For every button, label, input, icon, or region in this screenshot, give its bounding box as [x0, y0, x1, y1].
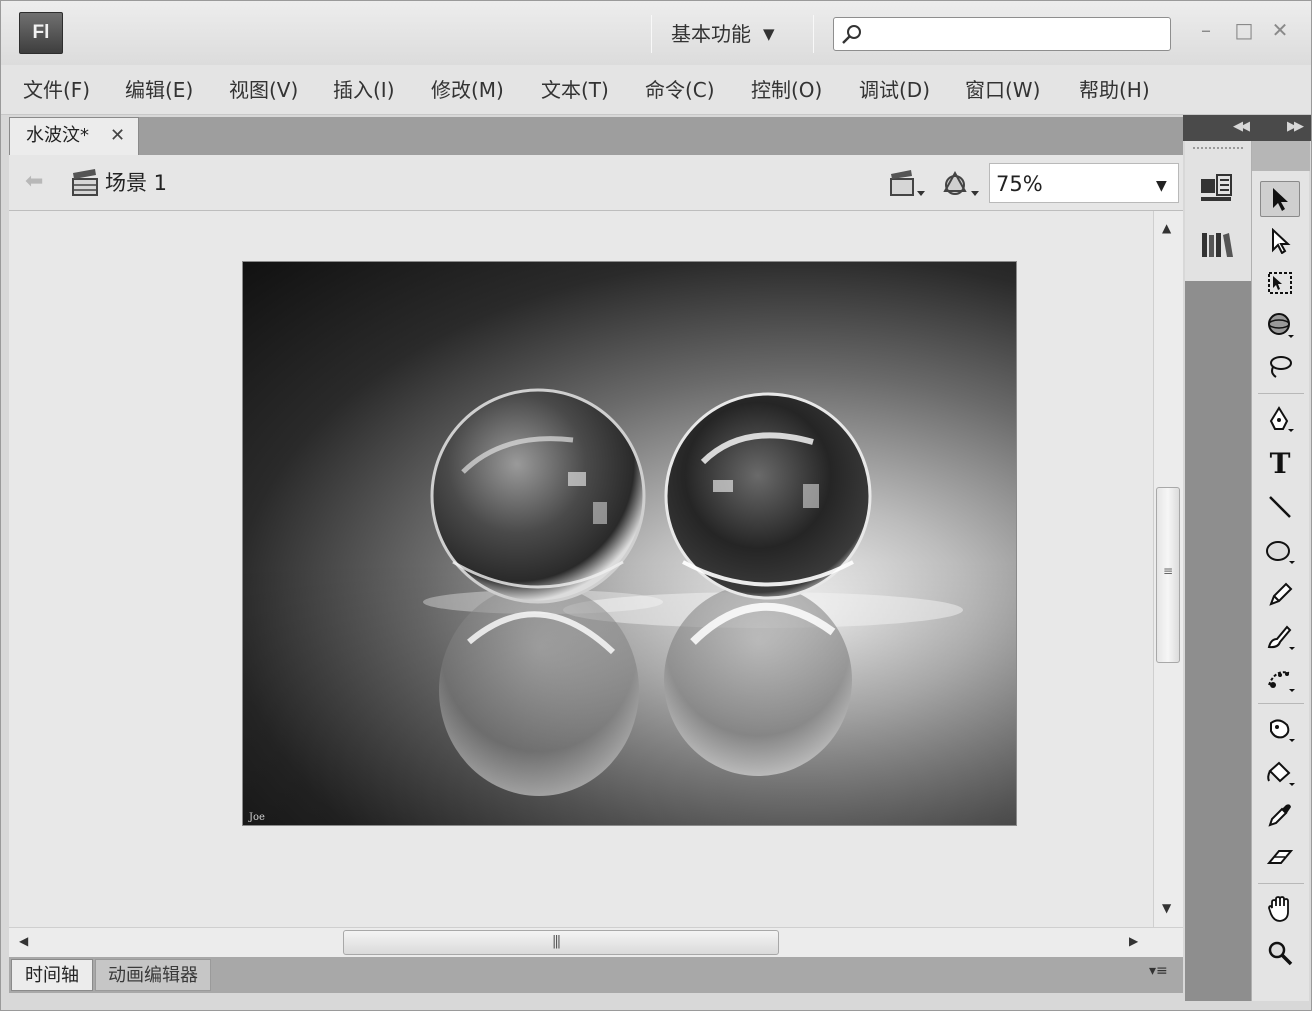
maximize-button[interactable]: □	[1231, 17, 1257, 43]
workspace-label: 基本功能	[671, 22, 751, 46]
text-tool-glyph: T	[1269, 446, 1291, 480]
glass-spheres-image	[243, 388, 1016, 825]
chevron-down-icon: ▼	[763, 25, 775, 43]
search-icon	[842, 25, 861, 44]
collapsed-panels	[1185, 141, 1251, 281]
collapse-left-icon[interactable]: ◀◀	[1233, 119, 1250, 134]
horizontal-scrollbar[interactable]: ◀ ||| ▶	[9, 927, 1183, 957]
panel-grip[interactable]	[1193, 147, 1243, 150]
paint-bucket-tool-icon[interactable]	[1260, 755, 1300, 791]
bone-tool-icon[interactable]	[1260, 711, 1300, 747]
chevron-down-icon: ▼	[1156, 178, 1167, 194]
tool-separator	[1258, 883, 1304, 884]
flash-logo: Fl	[19, 12, 63, 54]
scene-label: 场景 1	[105, 171, 168, 195]
right-panel-header: ◀◀ ▶▶	[1183, 115, 1311, 141]
title-bar: Fl 基本功能 ▼ – □ ✕	[1, 1, 1311, 65]
zoom-select[interactable]: 75% ▼	[989, 163, 1179, 203]
expand-right-icon[interactable]: ▶▶	[1287, 119, 1304, 134]
menu-modify[interactable]: 修改(M)	[431, 77, 504, 103]
menu-debug[interactable]: 调试(D)	[859, 77, 930, 103]
menu-bar: 文件(F) 编辑(E) 视图(V) 插入(I) 修改(M) 文本(T) 命令(C…	[1, 65, 1311, 115]
menu-commands[interactable]: 命令(C)	[645, 77, 715, 103]
vertical-scroll-thumb[interactable]: ≡	[1156, 487, 1180, 663]
text-tool-icon[interactable]: T	[1260, 445, 1300, 481]
pencil-tool-icon[interactable]	[1260, 577, 1300, 613]
document-tab-strip: 水波汶* ✕	[9, 117, 1183, 155]
title-separator	[651, 15, 652, 53]
deco-tool-icon[interactable]	[1260, 661, 1300, 697]
scene-clapper-icon	[72, 169, 98, 196]
edit-bar: ⬅ 场景 1 75% ▼	[9, 155, 1183, 211]
free-transform-tool-icon[interactable]	[1260, 265, 1300, 301]
library-panel-icon[interactable]	[1199, 227, 1235, 263]
zoom-tool-icon[interactable]	[1260, 935, 1300, 971]
document-tab[interactable]: 水波汶* ✕	[9, 117, 139, 155]
title-separator	[813, 15, 814, 53]
pen-tool-icon[interactable]	[1260, 401, 1300, 437]
lasso-tool-icon[interactable]	[1260, 349, 1300, 385]
close-button[interactable]: ✕	[1267, 17, 1293, 43]
flash-window: Fl 基本功能 ▼ – □ ✕ 文件(F) 编辑(E) 视图(V) 插入(I) 修…	[0, 0, 1312, 1011]
scroll-right-arrow-icon[interactable]: ▶	[1129, 934, 1138, 948]
close-tab-icon[interactable]: ✕	[110, 118, 125, 154]
tools-panel: T	[1251, 141, 1310, 1001]
vertical-scrollbar[interactable]: ▲ ≡ ▼	[1153, 211, 1183, 927]
tool-separator	[1258, 393, 1304, 394]
scroll-up-arrow-icon[interactable]: ▲	[1162, 221, 1171, 235]
menu-insert[interactable]: 插入(I)	[333, 77, 395, 103]
edit-scene-icon[interactable]	[889, 167, 929, 199]
back-arrow-icon[interactable]: ⬅	[25, 171, 43, 193]
tools-panel-header[interactable]	[1252, 141, 1310, 171]
3d-rotation-tool-icon[interactable]	[1260, 307, 1300, 343]
tool-separator	[1258, 703, 1304, 704]
zoom-value: 75%	[996, 172, 1043, 196]
horizontal-scroll-thumb[interactable]: |||	[343, 930, 779, 955]
menu-help[interactable]: 帮助(H)	[1079, 77, 1150, 103]
tab-timeline[interactable]: 时间轴	[11, 959, 93, 991]
eyedropper-tool-icon[interactable]	[1260, 797, 1300, 833]
document-tab-title: 水波汶*	[26, 125, 89, 146]
menu-text[interactable]: 文本(T)	[541, 77, 609, 103]
panel-dock-background	[1185, 281, 1251, 1001]
menu-view[interactable]: 视图(V)	[229, 77, 298, 103]
menu-edit[interactable]: 编辑(E)	[125, 77, 193, 103]
menu-control[interactable]: 控制(O)	[751, 77, 822, 103]
scroll-left-arrow-icon[interactable]: ◀	[19, 934, 28, 948]
properties-panel-icon[interactable]	[1199, 169, 1235, 205]
subselection-tool-icon[interactable]	[1260, 223, 1300, 259]
search-input[interactable]	[833, 17, 1171, 51]
image-signature: Joe	[249, 812, 265, 823]
stage-canvas[interactable]: Joe	[242, 261, 1017, 826]
hand-tool-icon[interactable]	[1260, 891, 1300, 927]
menu-file[interactable]: 文件(F)	[23, 77, 90, 103]
stage-area[interactable]: Joe	[9, 211, 1153, 927]
menu-window[interactable]: 窗口(W)	[965, 77, 1040, 103]
grip-icon: |||	[552, 934, 561, 949]
panel-menu-icon[interactable]: ▾≡	[1149, 963, 1168, 979]
edit-symbols-icon[interactable]	[939, 167, 981, 199]
bottom-panel-tabs: 时间轴 动画编辑器 ▾≡	[9, 957, 1183, 993]
eraser-tool-icon[interactable]	[1260, 839, 1300, 875]
minimize-button[interactable]: –	[1193, 17, 1219, 43]
scroll-down-arrow-icon[interactable]: ▼	[1162, 901, 1171, 915]
selection-tool-icon[interactable]	[1260, 181, 1300, 217]
tab-motion-editor[interactable]: 动画编辑器	[95, 959, 211, 991]
oval-tool-icon[interactable]	[1260, 533, 1300, 569]
brush-tool-icon[interactable]	[1260, 619, 1300, 655]
grip-icon: ≡	[1163, 564, 1174, 578]
workspace-switcher[interactable]: 基本功能 ▼	[671, 19, 775, 49]
line-tool-icon[interactable]	[1260, 489, 1300, 525]
